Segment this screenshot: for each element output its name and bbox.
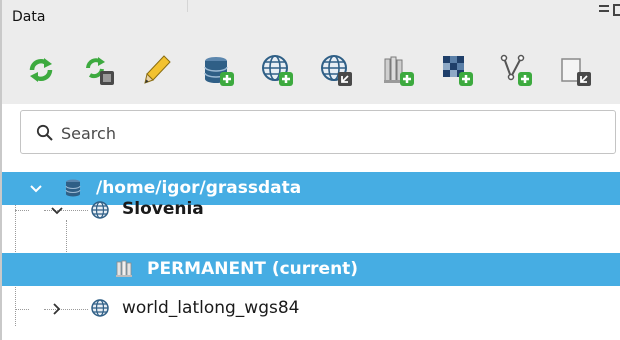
location-label: Slovenia: [122, 199, 204, 219]
chevron-down-icon[interactable]: [28, 181, 44, 197]
undock-icon[interactable]: [599, 5, 609, 12]
add-location-icon[interactable]: [260, 53, 294, 87]
link-data-icon[interactable]: [558, 53, 592, 87]
tree-row-location[interactable]: world_latlong_wgs84: [2, 292, 620, 325]
import-location-icon[interactable]: [319, 53, 353, 87]
globe-icon: [91, 201, 109, 219]
import-raster-icon[interactable]: [440, 53, 474, 87]
add-mapset-icon[interactable]: [381, 53, 415, 87]
database-label: /home/igor/grassdata: [96, 178, 302, 198]
database-icon: [65, 179, 81, 197]
add-grassdb-icon[interactable]: [201, 53, 235, 87]
mapset-label: PERMANENT (current): [147, 259, 359, 279]
chevron-down-icon[interactable]: [49, 203, 65, 219]
search-icon: [36, 124, 53, 141]
panel-title: Data: [12, 9, 46, 25]
reload-mapset-icon[interactable]: [82, 53, 116, 87]
reload-tree-icon[interactable]: [24, 53, 58, 87]
chevron-right-icon[interactable]: [49, 301, 65, 317]
data-toolbar: [2, 36, 620, 104]
tree-row-mapset[interactable]: PERMANENT (current): [2, 253, 620, 286]
import-vector-icon[interactable]: [499, 53, 533, 87]
tree-guide-line: [15, 210, 29, 211]
tree-row-location[interactable]: Slovenia: [2, 199, 620, 246]
mapset-icon: [116, 260, 132, 277]
panel-titlebar: Data: [2, 0, 620, 36]
search-box: [20, 110, 616, 154]
close-panel-icon[interactable]: [613, 4, 620, 16]
search-input[interactable]: [61, 119, 601, 147]
titlebar-divider: [187, 0, 188, 12]
globe-icon: [91, 299, 109, 317]
data-catalog-tree: /home/igor/grassdata Slovenia PERMANENT …: [2, 162, 620, 340]
edit-pencil-icon[interactable]: [140, 53, 174, 87]
location-label: world_latlong_wgs84: [122, 298, 300, 318]
